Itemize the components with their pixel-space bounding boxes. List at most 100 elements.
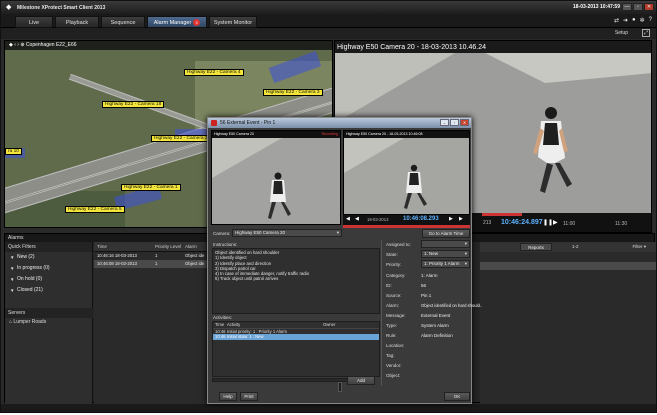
dialog-close-button[interactable]: ✕	[460, 119, 469, 126]
dialog-maximize-button[interactable]: ▫	[450, 119, 459, 126]
map-camera-label[interactable]: Highway E22 - Camera 4	[184, 69, 244, 76]
quick-filters-title: Quick Filters	[5, 242, 92, 252]
assigned-to-select[interactable]	[421, 240, 470, 248]
clock: 18-03-2013 10:47:59	[573, 4, 620, 10]
activity-row[interactable]: 10:46 Initial state: 1 : New	[213, 334, 379, 340]
dialog-playback-camera[interactable]: Highway E50 Camera 20 - 18-03-2013 10:46…	[343, 130, 470, 215]
camera-title: Highway E50 Camera 20 - 18-03-2013 10.46…	[337, 44, 487, 51]
camera-select[interactable]: Highway E50 Camera 20	[232, 229, 342, 237]
alarm-priority: 1	[155, 261, 158, 266]
instruction-line: 5) Track object until patrol arrives	[215, 276, 279, 282]
help-button[interactable]: Help	[219, 392, 237, 401]
filter-button[interactable]: Filter ▾	[632, 243, 646, 251]
reports-button[interactable]: Reports	[520, 243, 552, 251]
instructions-text: Object identified on hard shoulder 1) Id…	[212, 248, 380, 314]
status-icon[interactable]: ●	[632, 17, 636, 24]
col-time[interactable]: Time	[94, 242, 152, 251]
maximize-button[interactable]: ▫	[633, 3, 643, 11]
app-title: Milestone XProtect Smart Client 2013	[17, 4, 106, 11]
minimize-button[interactable]: —	[622, 3, 632, 11]
dialog-minimize-button[interactable]: –	[440, 119, 449, 126]
dialog-time: 10:46:08.293	[403, 216, 439, 222]
filter-closed[interactable]: Closed (21)	[5, 285, 92, 296]
print-button[interactable]: Print	[240, 392, 258, 401]
activity-time: 10:46	[215, 334, 226, 339]
dialog-cam1-image	[212, 138, 340, 224]
col-priority[interactable]: Priority Level	[152, 242, 182, 251]
alarm-list-right: Reports 1-2 Filter ▾	[480, 242, 656, 404]
alarm-list-toolbar: Reports 1-2 Filter ▾	[480, 242, 656, 252]
selected-row-extension	[480, 262, 656, 270]
alarm-details-dialog: 56 External Event - Pin 1 – ▫ ✕ Highway …	[207, 117, 482, 404]
arrow-icon[interactable]: ➜	[623, 17, 628, 24]
map-camera-label[interactable]: Highway E22 - Camera 3	[263, 89, 323, 96]
dialog-live-camera[interactable]: Highway E50 Camera 20 Recording	[211, 130, 341, 225]
go-to-alarm-time-button[interactable]: Go to Alarm Time	[422, 229, 470, 238]
activities-list: Time Activity Owner 10:46 Initial priori…	[212, 321, 380, 377]
play-icon[interactable]: ▶	[553, 219, 558, 226]
activities-label: Activities:	[213, 315, 233, 320]
quick-filters: Quick Filters New (2) In progress (0) On…	[5, 242, 93, 404]
alarm-priority: 1	[155, 253, 158, 258]
map-camera-label[interactable]: Highway E22 - Camera 18	[102, 101, 165, 108]
map-breadcrumb[interactable]: ◆ ‹ › ⊕ Copenhagen E22_E66	[5, 41, 332, 50]
tab-alarm-manager[interactable]: Alarm Manager 2	[147, 16, 207, 28]
dialog-playback-controls: ◀ ◀ 18-03-2013 10:46:08.293 ▶ ▶	[343, 215, 470, 225]
timeline-tick: 11:00	[563, 221, 576, 227]
gear-icon[interactable]: ✲	[640, 17, 645, 24]
type-label: Type:	[386, 323, 398, 328]
activity-input[interactable]	[338, 382, 342, 392]
tab-sequence-explorer[interactable]: Sequence Explorer	[101, 16, 145, 38]
setup-button[interactable]: Setup	[615, 30, 628, 36]
alarm-count-badge: 2	[193, 19, 201, 27]
dialog-title: 56 External Event - Pin 1	[220, 120, 276, 126]
dialog-title-bar: 56 External Event - Pin 1 – ▫ ✕	[208, 118, 471, 128]
object-label: Object:	[386, 373, 401, 378]
tab-playback[interactable]: Playback	[55, 16, 99, 28]
alarm-time: 10:46:16 18-03-2013	[97, 253, 137, 258]
step-forward-icon[interactable]: ▶	[459, 216, 463, 222]
state-select[interactable]: 1: New	[421, 250, 470, 258]
alarm-label: Alarm:	[386, 303, 400, 308]
map-camera-label[interactable]: Highway E22 - Camera 5	[65, 206, 125, 213]
fullscreen-button[interactable]: ⤢	[642, 29, 650, 37]
ok-button[interactable]: OK	[444, 392, 470, 401]
step-back-icon[interactable]: ◀	[346, 216, 350, 222]
map-camera-label[interactable]: ra 10	[5, 148, 22, 155]
message-label: Message:	[386, 313, 406, 318]
pause-icon[interactable]: ❚❚	[543, 219, 553, 226]
dialog-cam2-image	[344, 138, 469, 214]
timeline-tick: 11:30	[615, 221, 628, 227]
tab-live[interactable]: Live	[15, 16, 53, 28]
server-name: Lumper Roads	[13, 319, 47, 325]
tab-system-monitor[interactable]: System Monitor	[209, 16, 257, 28]
category-value: 1: Alarm	[421, 273, 438, 278]
rule-label: Rule:	[386, 333, 397, 338]
playback-time: 10:46:24.897	[501, 219, 543, 226]
help-icon[interactable]: ?	[649, 17, 652, 24]
source-label: Source:	[386, 293, 402, 298]
dialog-cam2-title: Highway E50 Camera 20 - 18-03-2013 10:46…	[346, 132, 423, 136]
page-indicator: 1-2	[572, 244, 579, 249]
server-item[interactable]: ⌂ Lumper Roads	[5, 318, 93, 327]
window-controls: — ▫ ✕	[622, 3, 654, 11]
play-forward-icon[interactable]: ▶	[449, 216, 453, 222]
add-activity-button[interactable]: Add	[347, 376, 375, 385]
priority-select[interactable]: 1: Priority 1 Alarm	[421, 260, 470, 268]
tab-alarm-manager-label: Alarm Manager	[153, 20, 192, 26]
play-back-icon[interactable]: ◀	[355, 216, 359, 222]
map-camera-label[interactable]: Highway E22 - Camera 1	[121, 184, 181, 191]
alarm-value: Object identified on hard should..	[421, 303, 483, 308]
id-value: 56	[421, 283, 427, 288]
filter-on-hold[interactable]: On hold (0)	[5, 274, 92, 285]
filter-in-progress[interactable]: In progress (0)	[5, 263, 92, 274]
map-camera-label[interactable]: Highway E22 - Camera 2	[151, 135, 211, 142]
dialog-divider	[381, 240, 382, 386]
main-tabs: Live Playback Sequence Explorer Alarm Ma…	[1, 14, 656, 38]
alarm-icon	[211, 120, 217, 126]
link-icon[interactable]: ⇄	[614, 17, 619, 24]
filter-new[interactable]: New (2)	[5, 252, 92, 263]
message-value: External Event	[421, 313, 451, 318]
left-time: 213	[483, 220, 492, 226]
close-button[interactable]: ✕	[644, 3, 654, 11]
